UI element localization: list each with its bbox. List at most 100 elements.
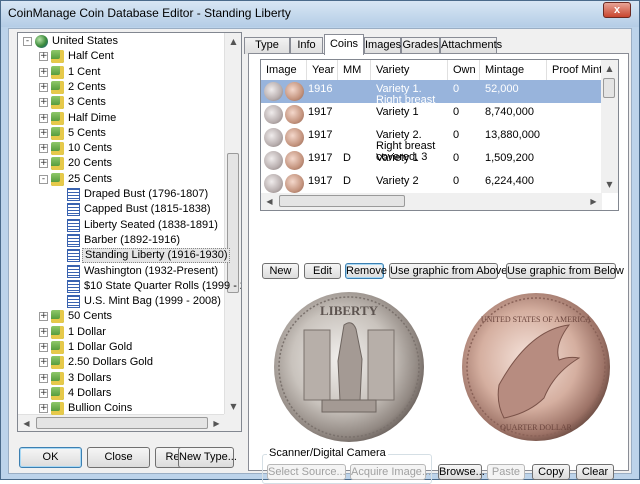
scroll-down-icon[interactable]: ▼ xyxy=(225,398,241,415)
list-icon xyxy=(67,249,80,263)
expand-icon[interactable]: + xyxy=(39,52,48,62)
column-header-variety[interactable]: Variety xyxy=(371,60,448,80)
table-row[interactable]: 1917 D Variety 1 0 1,509,200 xyxy=(261,149,602,172)
column-header-own[interactable]: Own xyxy=(448,60,480,80)
expand-icon[interactable]: + xyxy=(39,113,48,123)
expand-icon[interactable]: + xyxy=(39,67,48,77)
clear-button[interactable]: Clear xyxy=(576,464,614,480)
tree-hscroll-thumb[interactable] xyxy=(36,417,208,429)
close-window-button[interactable]: x xyxy=(603,2,631,18)
collapse-icon[interactable]: - xyxy=(39,174,48,184)
select-source-button[interactable]: Select Source... xyxy=(267,464,346,480)
scroll-right-icon[interactable]: ▶ xyxy=(208,415,225,431)
tab-info[interactable]: Info xyxy=(290,37,323,54)
expand-icon[interactable]: + xyxy=(39,358,48,368)
ok-button[interactable]: OK xyxy=(19,447,82,468)
tree-item-label: 2.50 Dollars Gold xyxy=(68,356,153,369)
cell-mintage: 8,740,000 xyxy=(485,106,534,118)
cell-mm: D xyxy=(343,175,351,187)
grid-scroll-up-icon[interactable]: ▲ xyxy=(601,60,618,77)
tree-item-label: 25 Cents xyxy=(68,172,113,185)
reverse-coin: UNITED STATES OF AMERICA QUARTER DOLLAR xyxy=(462,293,610,441)
tab-coins[interactable]: Coins xyxy=(324,34,364,55)
app-window: CoinManage Coin Database Editor - Standi… xyxy=(0,0,640,484)
expand-icon[interactable]: + xyxy=(39,82,48,92)
scroll-left-icon[interactable]: ◀ xyxy=(18,415,35,431)
tree-item-label: Bullion Coins xyxy=(68,402,133,415)
coin-reverse-thumbnail xyxy=(285,151,304,170)
acquire-image-button[interactable]: Acquire Image... xyxy=(350,464,431,480)
cell-mintage: 52,000 xyxy=(485,83,519,95)
paste-button[interactable]: Paste xyxy=(487,464,525,480)
tree-item-label: 3 Cents xyxy=(68,96,106,109)
cell-own: 0 xyxy=(453,129,460,141)
grid-vscroll-thumb[interactable] xyxy=(603,78,615,98)
cell-year: 1916 xyxy=(308,83,333,95)
grid-scroll-left-icon[interactable]: ◀ xyxy=(261,193,278,210)
expand-icon[interactable]: + xyxy=(39,327,48,337)
new-coin-button[interactable]: New xyxy=(262,263,299,279)
tab-type-info[interactable]: Type Info xyxy=(244,37,290,66)
use-graphic-below-button[interactable]: Use graphic from Below xyxy=(506,263,624,279)
tree-item-label: U.S. Mint Bag (1999 - 2008) xyxy=(84,295,221,308)
expand-icon[interactable]: + xyxy=(39,98,48,108)
grid-horizontal-scrollbar[interactable]: ◀ ▶ xyxy=(261,193,602,210)
column-header-mm[interactable]: MM xyxy=(338,60,371,80)
list-icon xyxy=(67,203,80,217)
cell-mm: D xyxy=(343,152,351,164)
tree-item-label: 3 Dollars xyxy=(68,371,112,384)
title-bar[interactable]: CoinManage Coin Database Editor - Standi… xyxy=(1,1,639,27)
list-icon xyxy=(67,264,80,278)
tab-attachments[interactable]: Attachments xyxy=(440,37,502,54)
expand-icon[interactable]: + xyxy=(39,312,48,322)
coin-obverse-thumbnail xyxy=(264,151,283,170)
copy-button[interactable]: Copy xyxy=(532,464,570,480)
column-header-proof-mintage[interactable]: Proof Minta... xyxy=(547,60,602,80)
grid-scroll-right-icon[interactable]: ▶ xyxy=(585,193,602,210)
category-tree[interactable]: ▲ ▼ ◀ ▶ - United States + Half Cent +1 Cent +… xyxy=(17,32,242,432)
column-header-year[interactable]: Year xyxy=(307,60,338,80)
grid-vertical-scrollbar[interactable]: ▲ ▼ xyxy=(601,60,618,193)
tree-vscroll-thumb[interactable] xyxy=(227,153,239,293)
tree-vertical-scrollbar[interactable]: ▲ ▼ xyxy=(224,33,241,415)
tree-item-label: Liberty Seated (1838-1891) xyxy=(84,218,218,231)
coin-reverse-thumbnail xyxy=(285,174,304,193)
table-row[interactable]: 1917 Variety 1 0 8,740,000 xyxy=(261,103,602,126)
use-graphic-above-button[interactable]: Use graphic from Above xyxy=(389,263,507,279)
coin-reverse-thumbnail xyxy=(285,82,304,101)
table-row[interactable]: 1917 D Variety 2 0 6,224,400 xyxy=(261,172,602,195)
grid-hscroll-thumb[interactable] xyxy=(279,195,405,207)
table-row[interactable]: 1916 Variety 1. Right breast exposed 0 52,0… xyxy=(261,80,602,117)
edit-coin-button[interactable]: Edit xyxy=(304,263,341,279)
column-header-mintage[interactable]: Mintage xyxy=(480,60,547,80)
grid-scroll-down-icon[interactable]: ▼ xyxy=(601,176,618,193)
tree-item-label: 5 Cents xyxy=(68,126,106,139)
folder-coin-icon xyxy=(51,310,64,324)
column-header-image[interactable]: Image xyxy=(261,60,307,80)
remove-coin-button[interactable]: Remove xyxy=(345,263,387,279)
expand-icon[interactable]: + xyxy=(39,343,48,352)
coins-grid[interactable]: Image Year MM Variety Own Mintage Proof … xyxy=(260,59,619,211)
expand-icon[interactable]: + xyxy=(39,404,48,414)
cell-mintage: 1,509,200 xyxy=(485,152,534,164)
coin-obverse-thumbnail xyxy=(264,128,283,147)
expand-icon[interactable]: + xyxy=(39,159,48,169)
tab-grades[interactable]: Grades xyxy=(401,37,440,54)
expand-icon[interactable]: + xyxy=(39,128,48,138)
tree-horizontal-scrollbar[interactable]: ◀ ▶ xyxy=(18,414,225,431)
browse-button[interactable]: Browse... xyxy=(438,464,485,480)
expand-icon[interactable]: + xyxy=(39,144,48,154)
scroll-up-icon[interactable]: ▲ xyxy=(225,33,241,50)
new-type-button[interactable]: New Type... xyxy=(178,447,237,468)
tab-images[interactable]: Images xyxy=(364,37,401,54)
collapse-icon[interactable]: - xyxy=(23,37,32,46)
tree-item-label: Washington (1932-Present) xyxy=(84,264,219,277)
obverse-coin: LIBERTY xyxy=(274,292,424,442)
list-icon xyxy=(67,218,80,232)
scroll-corner xyxy=(224,414,241,431)
expand-icon[interactable]: + xyxy=(39,373,48,383)
expand-icon[interactable]: + xyxy=(39,388,48,398)
table-row[interactable]: 1917 Variety 2. Right breast covered. 301… xyxy=(261,126,602,163)
tree-item-label: Half Cent xyxy=(68,50,114,63)
close-button[interactable]: Close xyxy=(87,447,150,468)
